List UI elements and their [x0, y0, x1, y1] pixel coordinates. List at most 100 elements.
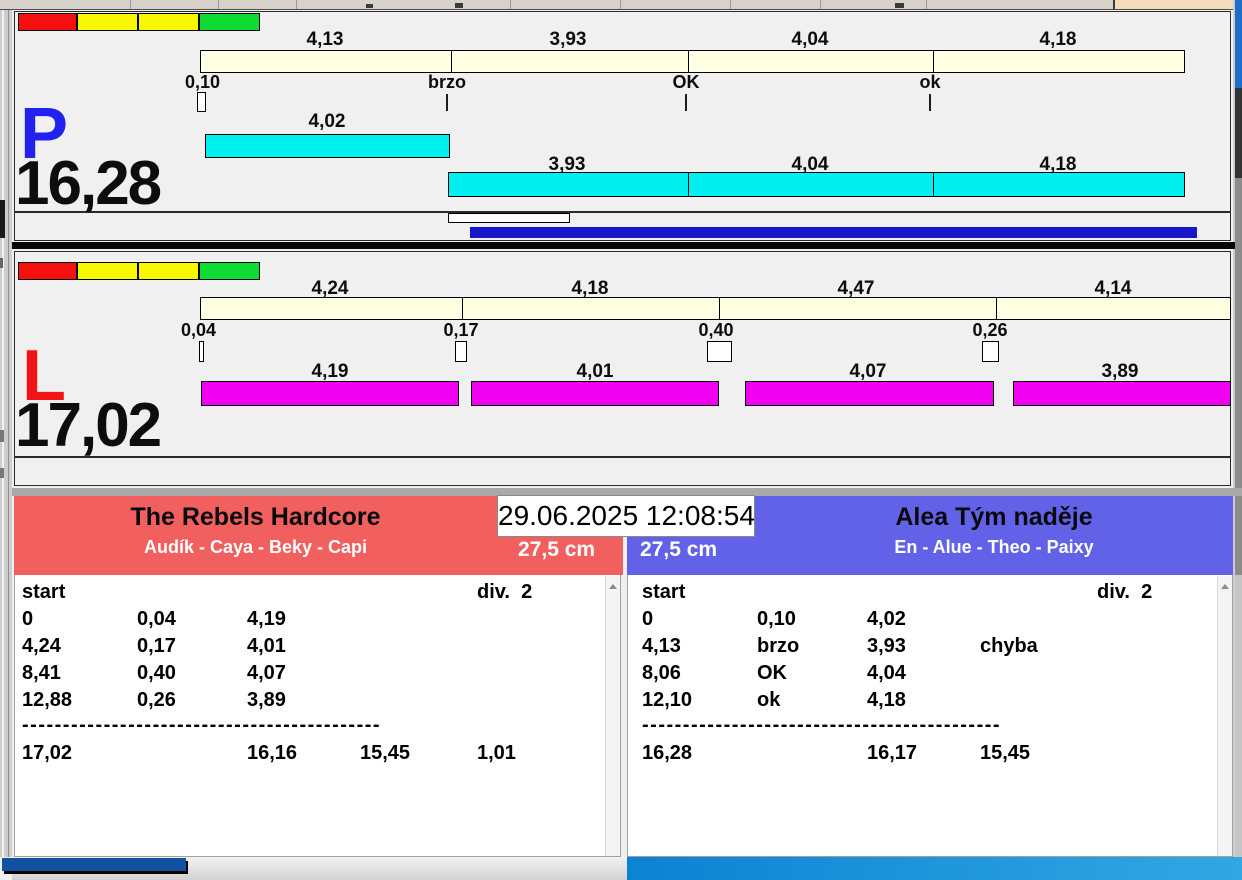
total-time: 16,28 [642, 742, 693, 764]
p-split-time-3: 4,04 [791, 29, 829, 50]
result-cell: 0,40 [137, 662, 176, 684]
p-split-time-1: 4,13 [306, 29, 344, 50]
result-separator: ----------------------------------------… [22, 714, 382, 736]
result-cell: 12,88 [22, 689, 73, 711]
team-right-scrollbar[interactable] [1217, 576, 1232, 856]
lane-l-panel [14, 251, 1231, 457]
l-split-bar [200, 297, 1231, 320]
result-cell: 4,19 [247, 608, 286, 630]
result-cell: 3,89 [247, 689, 286, 711]
scroll-up-icon[interactable] [609, 584, 617, 589]
toolbar-separator [510, 0, 511, 9]
p-run-bar-segments [448, 172, 1185, 197]
result-cell: OK [757, 662, 787, 684]
p-change-mark-3: OK [672, 72, 700, 92]
result-cell: 4,07 [247, 662, 286, 684]
p-split-bar [200, 50, 1185, 73]
p-change-tick [685, 94, 687, 111]
lane-p-total-time: 16,28 [15, 149, 162, 218]
start-label: start [22, 581, 66, 603]
toolbar-glyph [455, 3, 463, 8]
result-cell: ok [757, 689, 781, 711]
toolbar-fragment[interactable] [0, 0, 1242, 10]
result-cell: 0 [22, 608, 34, 630]
l-change-marker-box-2 [455, 341, 467, 362]
result-cell: brzo [757, 635, 800, 657]
result-cell: 8,06 [642, 662, 681, 684]
traffic-light-yellow [77, 262, 138, 280]
chevron-down-icon [895, 3, 904, 8]
p-first-run-time: 4,02 [308, 111, 346, 132]
p-change-tick [446, 94, 448, 111]
result-cell: 0 [642, 608, 654, 630]
l-run-time-1: 4,19 [311, 361, 349, 382]
total-clean: 16,16 [247, 742, 298, 764]
result-cell: 4,18 [867, 689, 906, 711]
team-left-scrollbar[interactable] [605, 576, 620, 856]
l-run-bar-4 [1013, 381, 1231, 406]
result-cell: 4,04 [867, 662, 906, 684]
start-label: start [642, 581, 686, 603]
l-change-mark-1: 0,04 [181, 320, 217, 340]
result-cell: 3,93 [867, 635, 906, 657]
traffic-light-yellow [138, 13, 199, 31]
result-cell: 4,01 [247, 635, 286, 657]
l-change-mark-2: 0,17 [443, 320, 479, 340]
result-cell: 4,24 [22, 635, 61, 657]
p-run-bar-1 [205, 134, 450, 158]
background-window-fragment [2, 858, 186, 871]
team-right-members: En - Alue - Theo - Paixy [894, 537, 1094, 557]
p-progress-bar [470, 227, 1197, 238]
team-left-members: Audík - Caya - Beky - Capi [143, 537, 368, 557]
toolbar-separator [296, 0, 297, 9]
l-change-mark-3: 0,40 [698, 320, 734, 340]
l-run-bar-2 [471, 381, 719, 406]
p-change-mark-1: 0,10 [185, 72, 221, 92]
right-window-edge [1233, 0, 1242, 880]
total-best: 15,45 [360, 742, 411, 764]
scroll-up-icon[interactable] [1221, 584, 1229, 589]
p-change-marker-box [197, 92, 206, 112]
bottom-right-strip [627, 857, 1242, 880]
traffic-light-yellow [138, 262, 199, 280]
left-window-edge [0, 10, 12, 857]
l-run-time-3: 4,07 [849, 361, 887, 382]
result-cell: 8,41 [22, 662, 61, 684]
result-cell: 4,02 [867, 608, 906, 630]
division-label: div. 2 [1097, 581, 1153, 603]
lane-l-total-time: 17,02 [15, 391, 162, 460]
l-run-bar-3 [745, 381, 994, 406]
toolbar-beige-panel [1113, 0, 1233, 9]
total-best: 15,45 [980, 742, 1031, 764]
result-cell: 4,13 [642, 635, 681, 657]
lane-separator [12, 242, 1235, 249]
team-right-jump-height: 27,5 cm [640, 538, 718, 561]
l-change-marker-box-3 [707, 341, 732, 362]
traffic-light-red [18, 262, 77, 280]
division-label: div. 2 [477, 581, 533, 603]
toolbar-separator [620, 0, 621, 9]
p-change-tick [929, 94, 931, 111]
l-run-time-4: 3,89 [1101, 361, 1139, 382]
l-change-marker-box-4 [982, 341, 999, 362]
result-cell: 0,26 [137, 689, 176, 711]
total-clean: 16,17 [867, 742, 918, 764]
traffic-light-green [199, 262, 260, 280]
datetime-display: 29.06.2025 12:08:54 [497, 495, 755, 537]
traffic-light-red [18, 13, 77, 31]
l-change-marker-box-1 [199, 341, 204, 362]
l-run-time-2: 4,01 [576, 361, 614, 382]
l-substrip [14, 457, 1231, 486]
toolbar-separator [130, 0, 131, 9]
result-cell: 12,10 [642, 689, 693, 711]
team-left-jump-height: 27,5 cm [518, 538, 596, 561]
toolbar-separator [820, 0, 821, 9]
traffic-light-yellow [77, 13, 138, 31]
team-right-name: Alea Tým naděje [895, 503, 1093, 531]
fault-cell: chyba [980, 635, 1038, 657]
p-remainder-bar [448, 213, 570, 223]
app-window: 4,13 3,93 4,04 4,18 0,10 brzo OK ok 4,02… [0, 0, 1242, 880]
toolbar-separator [218, 0, 219, 9]
toolbar-separator [730, 0, 731, 9]
traffic-light-green [199, 13, 260, 31]
